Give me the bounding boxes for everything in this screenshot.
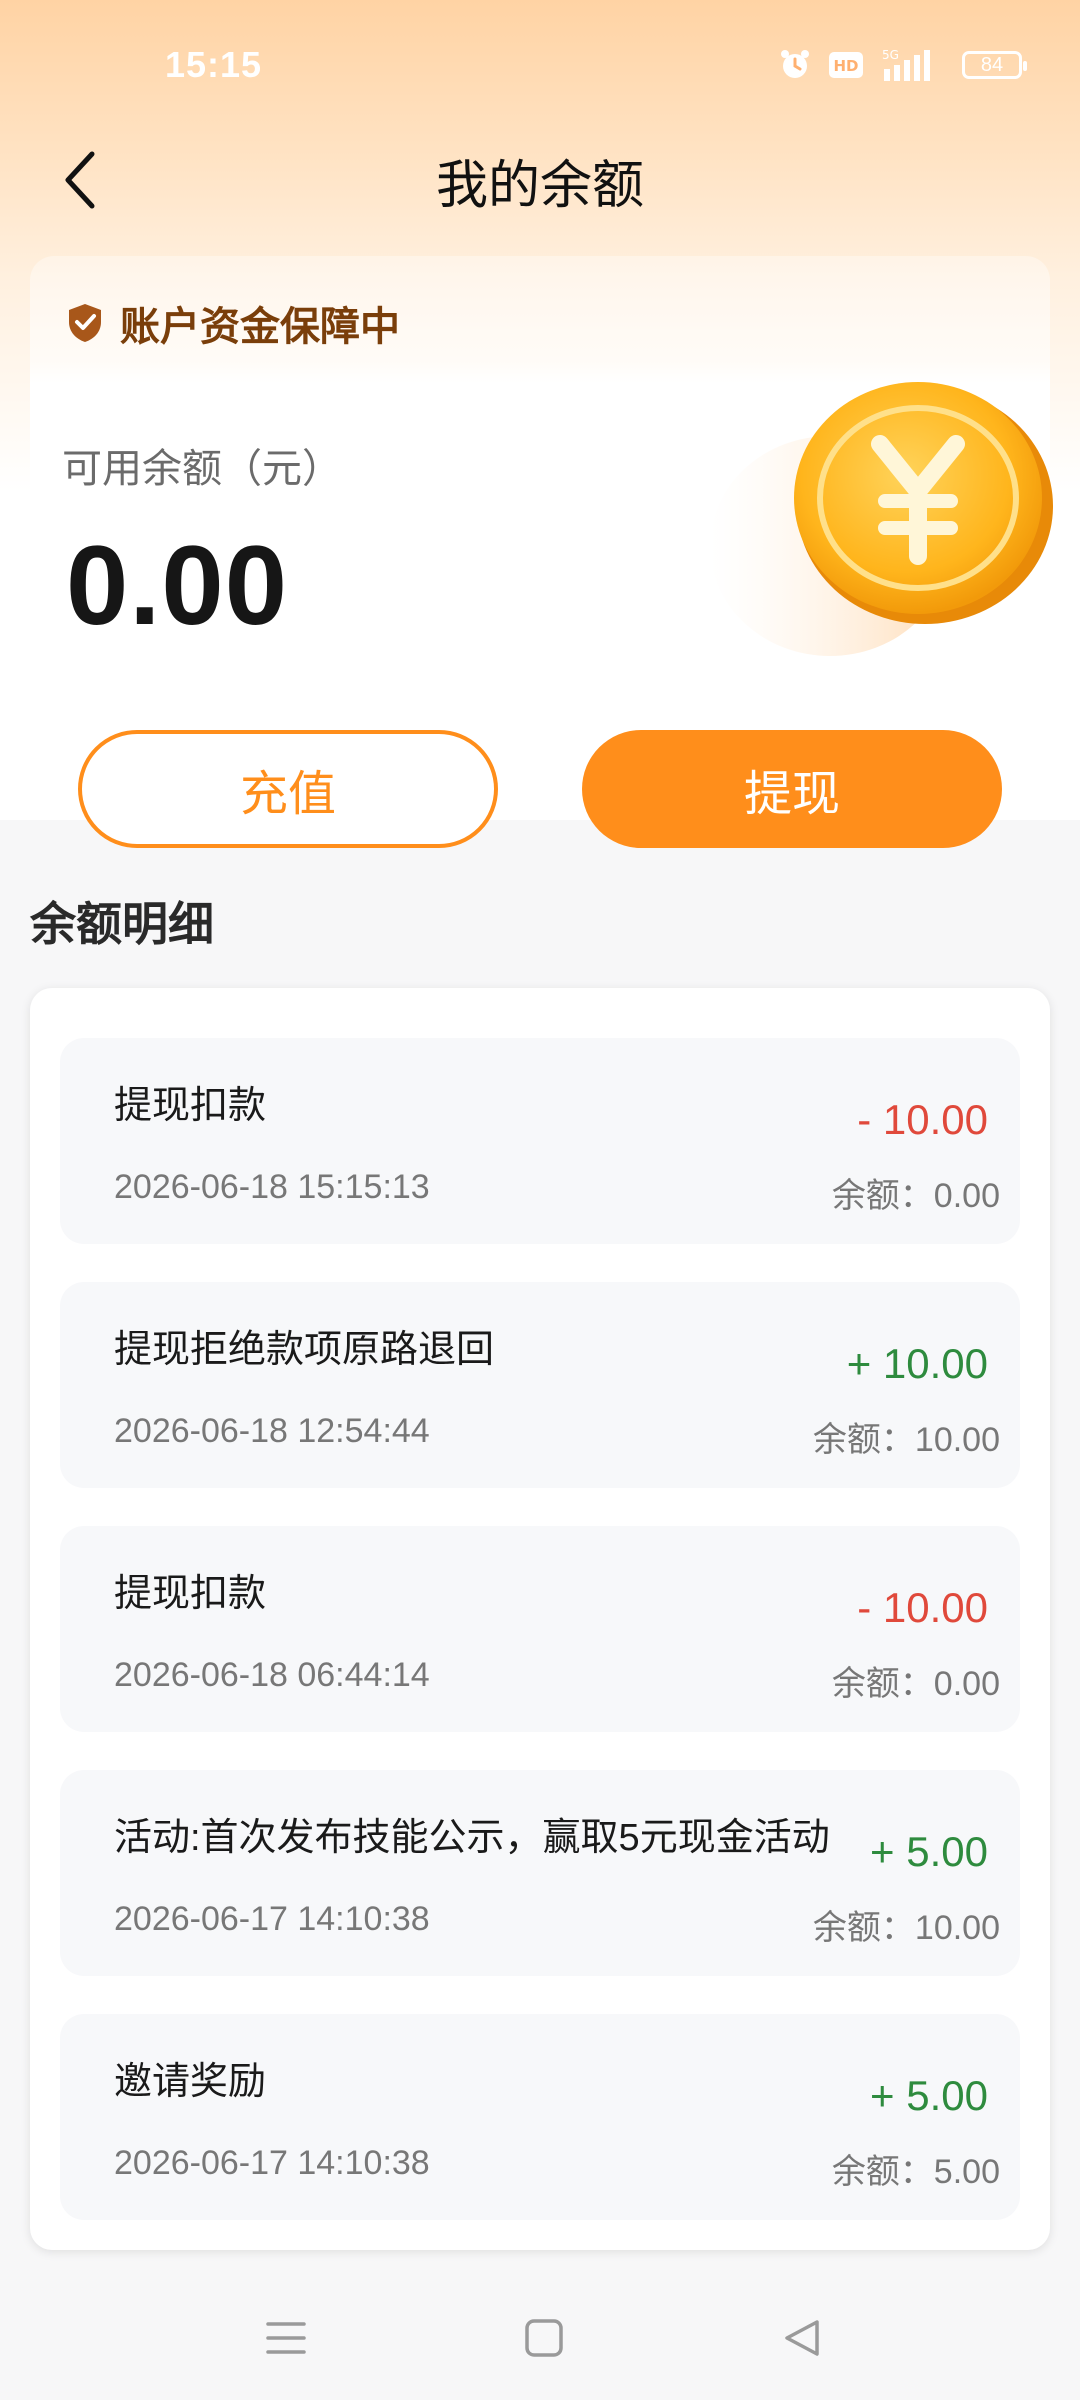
chevron-left-icon [65, 151, 95, 209]
protect-label: 账户资金保障中 [120, 305, 400, 349]
record-title: 活动:首次发布技能公示，赢取5元现金活动 [114, 1817, 830, 1859]
list-item[interactable]: 提现扣款 - 10.00 2026-06-18 15:15:13 余额：0.00 [60, 1038, 1020, 1244]
balance-label: 可用余额（元） [62, 447, 342, 491]
record-amount: - 10.00 [857, 1096, 988, 1143]
records-list: 提现扣款 - 10.00 2026-06-18 15:15:13 余额：0.00… [30, 988, 1050, 2250]
recharge-button[interactable]: 充值 [78, 730, 498, 848]
status-bar: 15:15 HD 5G 84 [0, 0, 1080, 130]
menu-icon[interactable] [258, 2310, 314, 2366]
record-title: 提现扣款 [114, 1573, 267, 1615]
record-balance: 余额：10.00 [812, 1421, 1000, 1459]
list-item[interactable]: 提现扣款 - 10.00 2026-06-18 06:44:14 余额：0.00 [60, 1526, 1020, 1732]
svg-text:HD: HD [833, 57, 858, 75]
battery-level: 84 [980, 53, 1004, 76]
coin-illustration [680, 356, 1060, 696]
record-title: 提现扣款 [114, 1085, 267, 1127]
record-amount: + 5.00 [870, 2072, 988, 2119]
record-title: 提现拒绝款项原路退回 [114, 1329, 495, 1371]
record-date: 2026-06-18 12:54:44 [114, 1412, 430, 1450]
record-amount: + 5.00 [870, 1828, 988, 1875]
record-title: 邀请奖励 [114, 2061, 267, 2103]
record-amount: - 10.00 [857, 1584, 988, 1631]
balance-amount: 0.00 [66, 523, 288, 648]
record-balance: 余额：5.00 [831, 2153, 1000, 2191]
page-title: 我的余额 [435, 156, 644, 215]
svg-text:5G: 5G [882, 48, 899, 62]
record-balance: 余额：0.00 [831, 1177, 1000, 1215]
record-date: 2026-06-17 14:10:38 [114, 2144, 430, 2182]
status-time: 15:15 [165, 44, 263, 85]
home-square-icon[interactable] [516, 2310, 572, 2366]
section-title: 余额明细 [30, 898, 214, 950]
record-date: 2026-06-17 14:10:38 [114, 1900, 430, 1938]
list-item[interactable]: 邀请奖励 + 5.00 2026-06-17 14:10:38 余额：5.00 [60, 2014, 1020, 2220]
withdraw-button[interactable]: 提现 [582, 730, 1002, 848]
list-item[interactable]: 提现拒绝款项原路退回 + 10.00 2026-06-18 12:54:44 余… [60, 1282, 1020, 1488]
back-button[interactable] [50, 150, 110, 210]
alarm-icon [778, 48, 812, 82]
hd-icon: HD [828, 50, 864, 80]
battery-indicator: 84 [962, 51, 1027, 79]
record-amount: + 10.00 [846, 1340, 988, 1387]
nav-bar: 我的余额 [0, 130, 1080, 230]
record-date: 2026-06-18 15:15:13 [114, 1168, 430, 1206]
protect-row: 账户资金保障中 [66, 294, 400, 352]
record-date: 2026-06-18 06:44:14 [114, 1656, 430, 1694]
signal-5g-icon: 5G [880, 47, 946, 83]
record-balance: 余额：10.00 [812, 1909, 1000, 1947]
status-icons: HD 5G 84 [778, 47, 1027, 83]
shield-icon [69, 304, 101, 342]
system-nav-bar [0, 2270, 1080, 2400]
back-triangle-icon[interactable] [774, 2310, 830, 2366]
list-item[interactable]: 活动:首次发布技能公示，赢取5元现金活动 + 5.00 2026-06-17 1… [60, 1770, 1020, 1976]
record-balance: 余额：0.00 [831, 1665, 1000, 1703]
balance-card: 账户资金保障中 可用余额（元） 0.00 [30, 256, 1053, 786]
